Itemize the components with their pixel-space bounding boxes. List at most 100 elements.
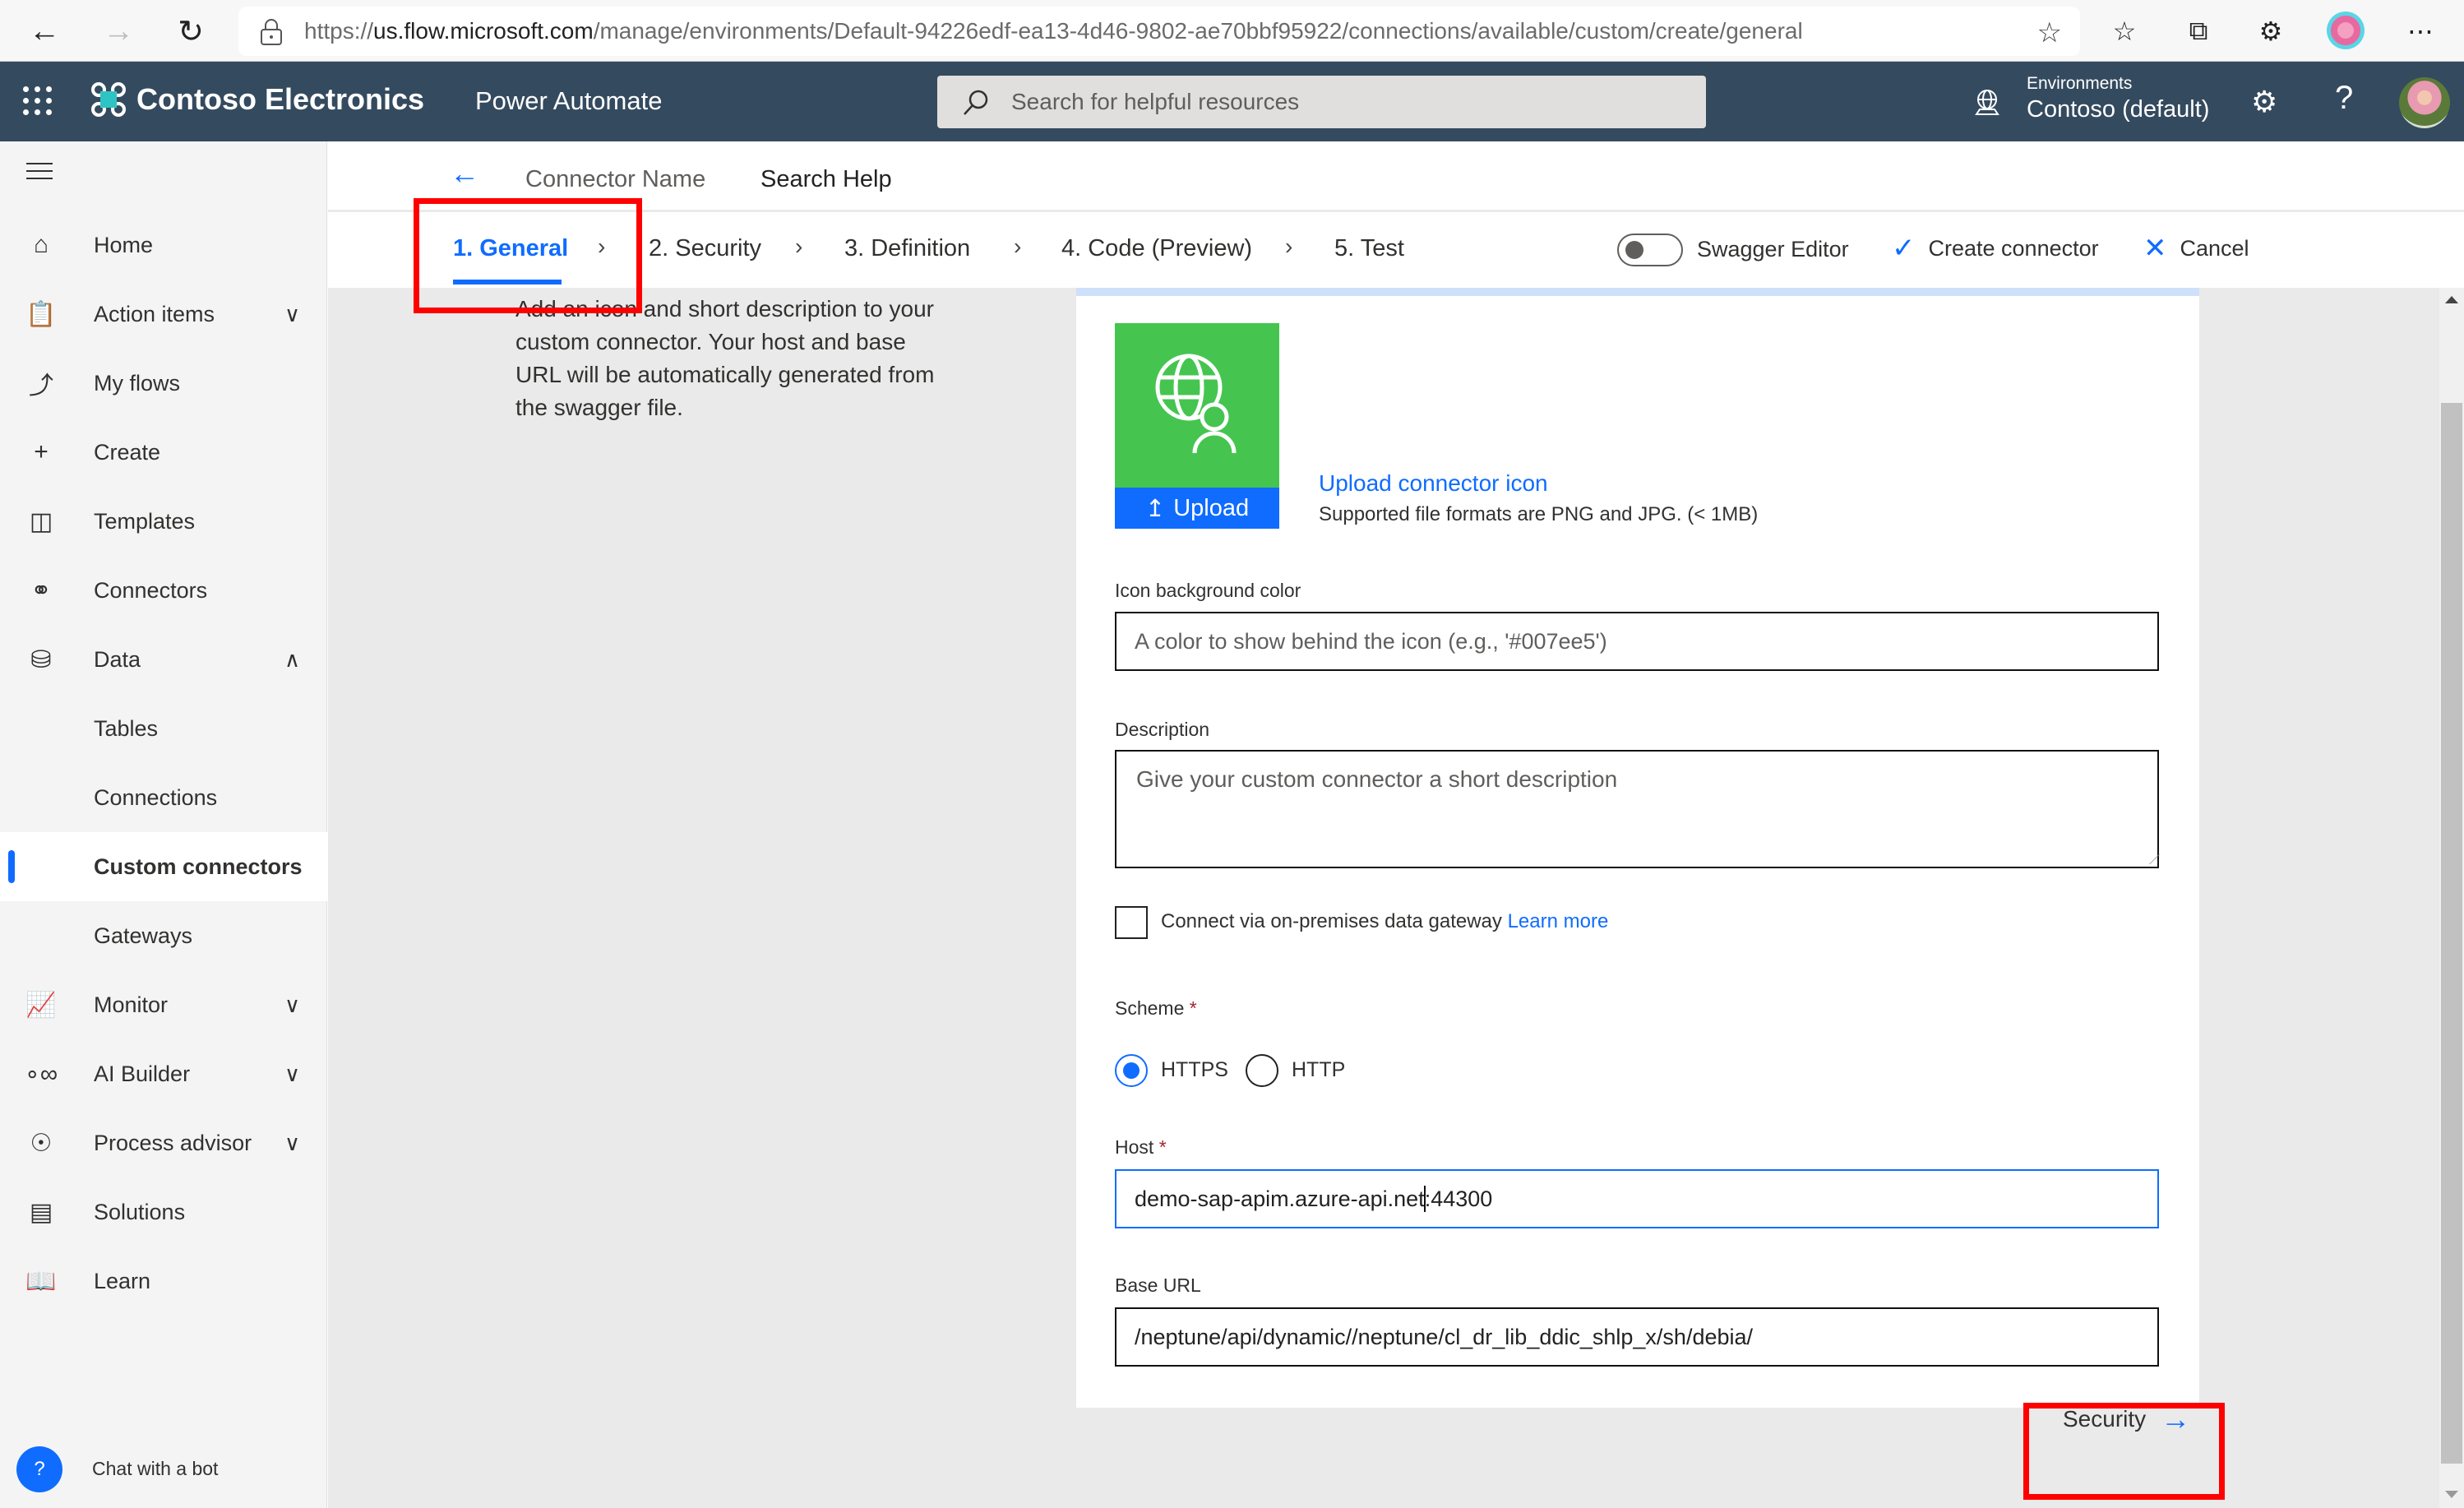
scheme-http-label[interactable]: HTTP xyxy=(1292,1058,1345,1082)
forward-icon[interactable]: → xyxy=(99,12,138,51)
chevron-down-icon[interactable]: ∨ xyxy=(284,992,300,1018)
left-navigation: ⌂ Home 📋 Action items ∨ ⤴ My flows + Cre… xyxy=(0,141,327,1508)
scheme-https-radio[interactable] xyxy=(1115,1054,1148,1087)
connector-name-input[interactable]: Connector Name xyxy=(525,166,705,193)
active-tab-indicator xyxy=(453,280,562,284)
host-value-end: :44300 xyxy=(1424,1186,1493,1211)
collections-icon[interactable]: ⧉ xyxy=(2179,12,2218,51)
scroll-up-icon[interactable] xyxy=(2445,296,2458,303)
help-icon[interactable]: ? xyxy=(2335,80,2353,117)
required-marker: * xyxy=(1189,997,1197,1019)
gateway-checkbox[interactable] xyxy=(1115,906,1148,939)
host-label-text: Host xyxy=(1115,1136,1154,1158)
base-url-label: Base URL xyxy=(1115,1274,1201,1296)
chevron-down-icon[interactable]: ∨ xyxy=(284,1062,300,1087)
settings-gear-icon[interactable]: ⚙ xyxy=(2251,85,2277,119)
chat-with-bot-link[interactable]: Chat with a bot xyxy=(92,1458,218,1480)
sidebar-item-label: Connectors xyxy=(94,577,208,603)
environment-selector[interactable]: Contoso (default) xyxy=(2027,96,2209,123)
sidebar-item-data[interactable]: ⛁ Data ∧ xyxy=(0,625,327,694)
learn-more-link[interactable]: Learn more xyxy=(1508,910,1609,932)
chevron-up-icon[interactable]: ∧ xyxy=(284,647,300,673)
tab-test[interactable]: 5. Test xyxy=(1334,235,1404,262)
database-icon: ⛁ xyxy=(30,645,52,673)
url-host: us.flow.microsoft.com xyxy=(373,18,594,44)
add-favorite-icon[interactable]: ☆ xyxy=(2037,16,2062,49)
back-icon[interactable]: ← xyxy=(25,12,64,51)
search-input[interactable]: Search for helpful resources xyxy=(937,76,1706,128)
sidebar-item-create[interactable]: + Create xyxy=(0,418,327,487)
cancel-button[interactable]: ✕ Cancel xyxy=(2143,232,2249,265)
sidebar-item-action-items[interactable]: 📋 Action items ∨ xyxy=(0,280,327,349)
next-security-button[interactable]: Security → xyxy=(2063,1402,2190,1436)
search-placeholder: Search for helpful resources xyxy=(1011,89,1300,114)
sidebar-item-tables[interactable]: Tables xyxy=(0,694,327,763)
host-input[interactable]: demo-sap-apim.azure-api.net:44300 xyxy=(1115,1169,2159,1228)
search-help-link[interactable]: Search Help xyxy=(760,166,892,193)
sidebar-item-label: My flows xyxy=(94,370,181,396)
collapse-menu-icon[interactable] xyxy=(26,163,53,179)
user-avatar[interactable] xyxy=(2399,77,2450,128)
sidebar-item-process-advisor[interactable]: ☉ Process advisor ∨ xyxy=(0,1108,327,1177)
upload-connector-icon-link[interactable]: Upload connector icon xyxy=(1319,470,1548,497)
product-name[interactable]: Power Automate xyxy=(475,86,662,116)
app-launcher-icon[interactable] xyxy=(23,86,53,116)
sidebar-item-solutions[interactable]: ▤ Solutions xyxy=(0,1177,327,1247)
favorites-icon[interactable]: ☆ xyxy=(2105,12,2144,51)
browser-toolbar: ← → ↻ https://us.flow.microsoft.com/mana… xyxy=(0,0,2464,62)
upload-button[interactable]: ↥ Upload xyxy=(1115,488,1279,529)
chevron-right-icon: › xyxy=(598,234,606,259)
sidebar-item-custom-connectors[interactable]: Custom connectors xyxy=(0,832,327,901)
swagger-editor-toggle[interactable] xyxy=(1617,234,1683,266)
address-bar[interactable]: https://us.flow.microsoft.com/manage/env… xyxy=(238,7,2080,56)
icon-bg-color-input[interactable]: A color to show behind the icon (e.g., '… xyxy=(1115,612,2159,671)
resize-handle[interactable] xyxy=(2140,854,2160,864)
sidebar-item-label: Process advisor xyxy=(94,1130,252,1155)
tab-security[interactable]: 2. Security xyxy=(649,235,761,262)
base-url-input[interactable]: /neptune/api/dynamic//neptune/cl_dr_lib_… xyxy=(1115,1307,2159,1367)
scheme-https-label[interactable]: HTTPS xyxy=(1161,1058,1228,1082)
chevron-down-icon[interactable]: ∨ xyxy=(284,1131,300,1156)
sidebar-item-connections[interactable]: Connections xyxy=(0,763,327,832)
connector-icon-preview: ↥ Upload xyxy=(1115,323,1279,529)
sidebar-item-my-flows[interactable]: ⤴ My flows xyxy=(0,349,327,418)
sidebar-item-connectors[interactable]: ⚭ Connectors xyxy=(0,556,327,625)
scheme-http-radio[interactable] xyxy=(1246,1054,1278,1087)
refresh-icon[interactable]: ↻ xyxy=(171,12,210,51)
sidebar-item-learn[interactable]: 📖 Learn xyxy=(0,1247,327,1316)
description-textarea[interactable]: Give your custom connector a short descr… xyxy=(1115,750,2160,868)
url-scheme: https:// xyxy=(304,18,374,44)
sidebar-item-home[interactable]: ⌂ Home xyxy=(0,210,327,280)
sidebar-item-monitor[interactable]: 📈 Monitor ∨ xyxy=(0,970,327,1039)
scroll-thumb[interactable] xyxy=(2441,403,2462,1464)
arrow-right-icon: → xyxy=(2161,1402,2191,1436)
icon-bg-color-placeholder: A color to show behind the icon (e.g., '… xyxy=(1135,628,1607,654)
gateway-label-text: Connect via on-premises data gateway xyxy=(1161,910,1502,932)
browser-profile-icon[interactable] xyxy=(2327,12,2365,49)
sidebar-item-label: Home xyxy=(94,232,154,257)
icon-bg-color-label: Icon background color xyxy=(1115,580,1301,601)
sidebar-item-gateways[interactable]: Gateways xyxy=(0,901,327,970)
contoso-logo-icon xyxy=(91,82,126,117)
wizard-steps: 1. General › 2. Security › 3. Definition… xyxy=(328,212,2464,288)
tab-code-preview[interactable]: 4. Code (Preview) xyxy=(1061,235,1252,262)
vertical-scrollbar[interactable] xyxy=(2439,288,2464,1508)
upload-hint: Supported file formats are PNG and JPG. … xyxy=(1319,503,1759,525)
required-marker: * xyxy=(1158,1136,1167,1158)
scroll-down-icon[interactable] xyxy=(2445,1491,2458,1498)
more-menu-icon[interactable]: ⋯ xyxy=(2401,12,2440,51)
sidebar-item-ai-builder[interactable]: ∘∞ AI Builder ∨ xyxy=(0,1039,327,1108)
brand[interactable]: Contoso Electronics xyxy=(90,81,424,118)
extensions-icon[interactable]: ⚙ xyxy=(2251,12,2291,51)
general-intro-text: Add an icon and short description to you… xyxy=(515,296,935,420)
host-value-start: demo-sap-apim.azure-api.net xyxy=(1135,1186,1425,1211)
tab-general[interactable]: 1. General xyxy=(453,235,568,262)
create-connector-button[interactable]: ✓ Create connector xyxy=(1892,232,2099,265)
search-icon xyxy=(964,90,988,115)
environment-icon[interactable] xyxy=(1973,88,2001,116)
chatbot-icon[interactable]: ? xyxy=(16,1446,62,1492)
tab-definition[interactable]: 3. Definition xyxy=(844,235,970,262)
back-arrow-icon[interactable]: ← xyxy=(450,156,479,191)
chevron-down-icon[interactable]: ∨ xyxy=(284,302,300,327)
sidebar-item-templates[interactable]: ◫ Templates xyxy=(0,487,327,556)
